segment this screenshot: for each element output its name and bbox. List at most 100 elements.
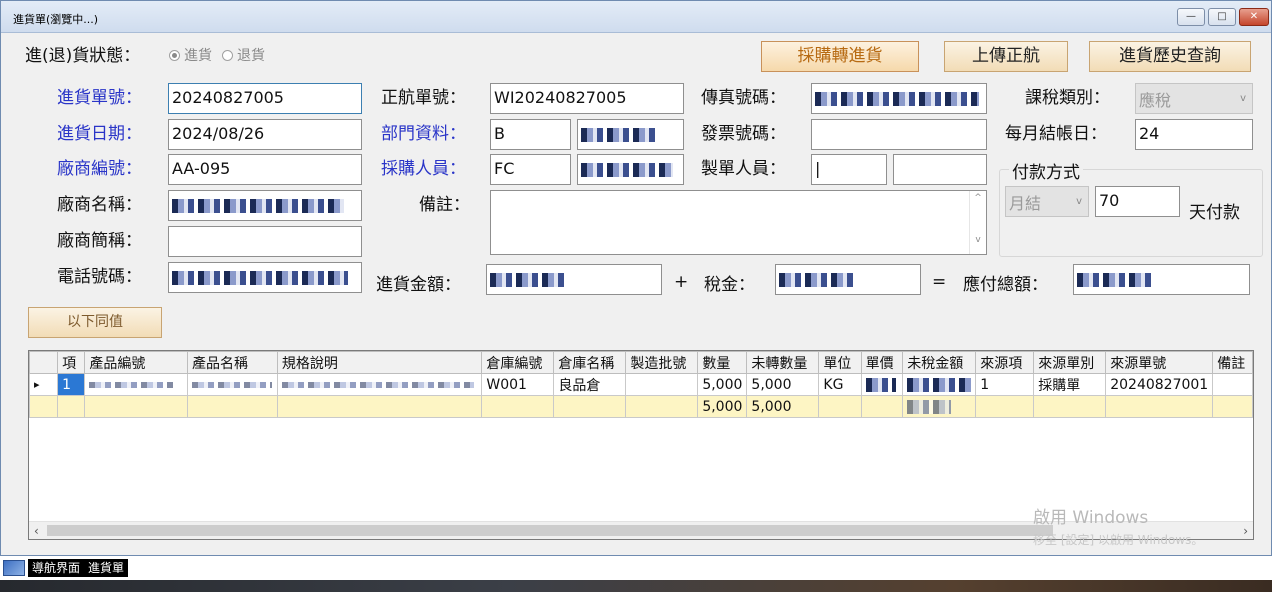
cell-item[interactable]: 1 <box>57 373 86 396</box>
vendor-name-field[interactable] <box>168 190 362 221</box>
col-header-remark[interactable]: 備註 <box>1212 351 1253 374</box>
taskbar-item-nav[interactable]: 導航界面 <box>28 559 85 577</box>
radio-return[interactable]: 退貨 <box>222 45 265 65</box>
chevron-up-icon[interactable]: ^ <box>970 193 986 203</box>
tax-label: 稅金： <box>704 275 755 295</box>
col-header-warehouse-name[interactable]: 倉庫名稱 <box>553 351 627 374</box>
maker-name-field[interactable] <box>893 154 987 185</box>
scrollbar-thumb[interactable] <box>47 525 1053 536</box>
upload-button[interactable]: 上傳正航 <box>944 41 1068 72</box>
cell-spec[interactable] <box>276 373 483 396</box>
cell-qty[interactable]: 5,000 <box>697 373 748 396</box>
maker-code-field[interactable]: | <box>811 154 887 185</box>
tax-field[interactable] <box>775 264 921 295</box>
amount-field[interactable] <box>486 264 662 295</box>
watermark-line1: 啟用 Windows <box>1033 508 1149 528</box>
payment-days-field[interactable]: 70 <box>1095 186 1180 217</box>
payment-days-suffix: 天付款 <box>1189 203 1240 223</box>
payment-method-select[interactable]: 月結 v <box>1005 186 1089 217</box>
app-icon[interactable] <box>3 560 25 576</box>
col-header-unconverted[interactable]: 未轉數量 <box>746 351 820 374</box>
minimize-button[interactable]: — <box>1177 8 1205 26</box>
empty-cell <box>481 395 555 418</box>
chevron-down-icon: v <box>1076 196 1082 207</box>
col-header-item[interactable]: 項 <box>57 351 86 374</box>
radio-receipt[interactable]: 進貨 <box>169 45 212 65</box>
cell-source-no[interactable]: 20240827001 <box>1105 373 1214 396</box>
col-header-product-code[interactable]: 產品編號 <box>84 351 189 374</box>
purchase-to-receipt-button[interactable]: 採購轉進貨 <box>761 41 919 72</box>
history-button[interactable]: 進貨歷史查詢 <box>1089 41 1251 72</box>
redacted-block <box>281 381 474 388</box>
maximize-button[interactable]: □ <box>1208 8 1236 26</box>
scroll-right-icon[interactable]: › <box>1243 522 1248 539</box>
row-header <box>29 395 59 418</box>
col-header-batch[interactable]: 製造批號 <box>625 351 699 374</box>
table-row[interactable]: ▸ 1 W001 良品倉 5,000 5,000 KG 1 採購單 202408… <box>29 373 1253 396</box>
col-header-price[interactable]: 單價 <box>860 351 904 374</box>
department-label: 部門資料： <box>381 124 466 144</box>
cell-warehouse-name[interactable]: 良品倉 <box>553 373 627 396</box>
equals-sign: = <box>932 272 947 292</box>
fax-field[interactable] <box>811 83 987 114</box>
col-header-unit[interactable]: 單位 <box>818 351 862 374</box>
cell-batch[interactable] <box>625 373 699 396</box>
cell-product-name[interactable] <box>187 373 278 396</box>
col-header-warehouse-code[interactable]: 倉庫編號 <box>481 351 555 374</box>
empty-cell <box>276 395 483 418</box>
vendor-name-label: 廠商名稱： <box>57 195 142 215</box>
department-name-field[interactable] <box>577 119 684 150</box>
total-field[interactable] <box>1073 264 1250 295</box>
buyer-label: 採購人員： <box>381 159 466 179</box>
cell-product-code[interactable] <box>84 373 189 396</box>
col-header-spec[interactable]: 規格說明 <box>276 351 483 374</box>
empty-cell <box>1212 395 1253 418</box>
total-label: 應付總額： <box>963 275 1048 295</box>
cell-source-type[interactable]: 採購單 <box>1033 373 1107 396</box>
closing-day-field[interactable]: 24 <box>1135 119 1253 150</box>
col-header-source-item[interactable]: 來源項 <box>975 351 1035 374</box>
tax-type-select[interactable]: 應稅 v <box>1135 83 1253 114</box>
buyer-code-field[interactable]: FC <box>490 154 571 185</box>
status-radio-group: 進貨 退貨 <box>169 45 265 65</box>
col-header-qty[interactable]: 數量 <box>697 351 748 374</box>
receipt-date-field[interactable]: 2024/08/26 <box>168 119 362 150</box>
remark-scrollbar[interactable]: ^ v <box>969 191 986 254</box>
taskbar-item-receipt[interactable]: 進貨單 <box>84 559 129 577</box>
redacted-block <box>172 270 348 285</box>
invoice-field[interactable] <box>811 119 987 150</box>
col-header-amount[interactable]: 未稅金額 <box>902 351 977 374</box>
empty-cell <box>1033 395 1107 418</box>
totals-row: 5,000 5,000 <box>29 395 1253 418</box>
receipt-no-field[interactable]: 20240827005 <box>168 83 362 114</box>
buyer-name-field[interactable] <box>577 154 684 185</box>
cell-unit[interactable]: KG <box>818 373 862 396</box>
vendor-short-field[interactable] <box>168 226 362 257</box>
cell-amount[interactable] <box>902 373 977 396</box>
cell-source-item[interactable]: 1 <box>975 373 1035 396</box>
redacted-block <box>815 91 979 106</box>
department-code-field[interactable]: B <box>490 119 571 150</box>
remark-field[interactable]: ^ v <box>490 190 987 255</box>
redacted-block <box>865 377 896 392</box>
phone-field[interactable] <box>168 262 362 293</box>
cell-warehouse-code[interactable]: W001 <box>481 373 555 396</box>
chevron-down-icon[interactable]: v <box>970 235 986 245</box>
total-qty: 5,000 <box>697 395 748 418</box>
row-indicator-icon[interactable]: ▸ <box>29 373 59 396</box>
cell-unconverted[interactable]: 5,000 <box>746 373 820 396</box>
close-button[interactable]: ✕ <box>1239 8 1269 26</box>
redacted-block <box>490 272 564 287</box>
cell-remark[interactable] <box>1212 373 1253 396</box>
cell-price[interactable] <box>860 373 904 396</box>
col-header-source-type[interactable]: 來源單別 <box>1033 351 1107 374</box>
scroll-left-icon[interactable]: ‹ <box>34 522 39 539</box>
same-values-button[interactable]: 以下同值 <box>28 307 162 338</box>
col-header-source-no[interactable]: 來源單號 <box>1105 351 1214 374</box>
plus-sign: + <box>674 272 689 292</box>
phone-label: 電話號碼： <box>57 267 142 287</box>
zhenghang-no-field[interactable]: WI20240827005 <box>490 83 684 114</box>
empty-cell <box>625 395 699 418</box>
vendor-code-field[interactable]: AA-095 <box>168 154 362 185</box>
col-header-product-name[interactable]: 產品名稱 <box>187 351 278 374</box>
